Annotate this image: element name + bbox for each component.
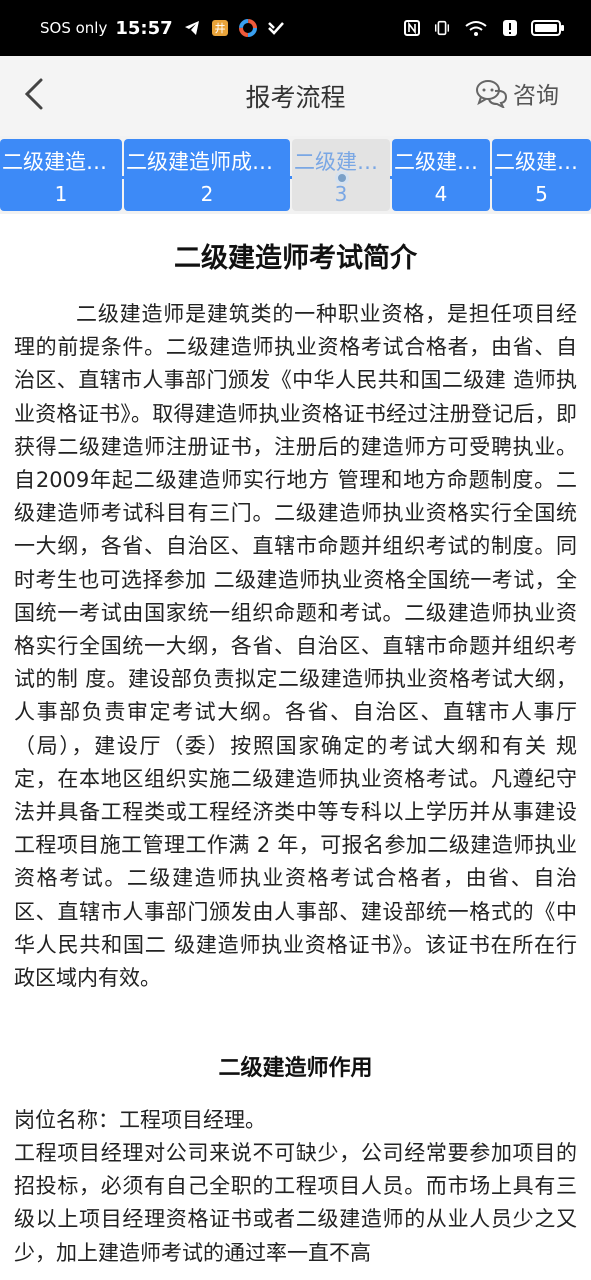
tab-step-number: 4 <box>434 182 448 206</box>
color-wheel-icon <box>238 19 257 37</box>
vpn-icon <box>267 19 285 37</box>
article-intro: 二级建造师是建筑类的一种职业资格，是担任项目经理的前提条件。二级建造师执业资格考… <box>14 302 577 991</box>
tab-step-title: 二级建造师报名流程 <box>394 150 490 174</box>
tab-step-number: 1 <box>54 182 68 206</box>
status-time: 15:57 <box>115 17 173 39</box>
role-text: 工程项目经理对公司来说不可缺少，公司经常要参加项目的招投标，必须有自己全职的工程… <box>14 1141 577 1265</box>
sos-label: SOS only <box>40 19 108 37</box>
article-title: 二级建造师考试简介 <box>174 243 417 274</box>
tab-step-4[interactable]: 二级建造师报名流程 4 <box>392 136 490 214</box>
alert-icon <box>501 19 519 37</box>
tab-step-title: 二级建造师成绩查询 <box>126 150 290 174</box>
wifi-icon <box>463 19 489 37</box>
article-content[interactable]: 二级建造师考试简介 二级建造师是建筑类的一种职业资格，是担任项目经理的前提条件。… <box>0 214 591 1280</box>
section-title: 二级建造师作用 <box>218 1056 373 1081</box>
tab-step-title: 二级建造师证书领取 <box>494 150 591 174</box>
svg-text:井: 井 <box>214 21 225 35</box>
tab-step-2[interactable]: 二级建造师成绩查询 2 <box>124 136 290 214</box>
tab-step-1[interactable]: 二级建造师报考条件 1 <box>0 136 122 214</box>
telegram-icon <box>183 19 201 37</box>
chat-bubble-icon <box>476 80 508 108</box>
tab-step-5[interactable]: 二级建造师证书领取 5 <box>492 136 591 214</box>
tab-step-title: 二级建造师报考条件 <box>2 150 122 174</box>
step-tabs: 二级建造师报考条件 1 二级建造师成绩查询 2 二级建造师考试简介 3 二级建造… <box>0 136 591 214</box>
nav-bar: 报考流程 咨询 <box>0 56 591 136</box>
app-badge-icon: 井 <box>211 19 229 37</box>
active-step-indicator <box>335 171 349 185</box>
consult-label: 咨询 <box>513 83 559 109</box>
consult-button[interactable]: 咨询 <box>475 76 559 110</box>
battery-icon <box>531 19 565 37</box>
vibrate-icon <box>433 19 451 37</box>
tab-step-number: 2 <box>200 182 214 206</box>
status-bar: SOS only 15:57 井 <box>0 0 591 56</box>
position-line: 岗位名称：工程项目经理。 <box>14 1108 266 1132</box>
tab-step-number: 5 <box>535 182 548 206</box>
nfc-icon <box>403 19 421 37</box>
tab-step-number: 3 <box>334 182 348 206</box>
